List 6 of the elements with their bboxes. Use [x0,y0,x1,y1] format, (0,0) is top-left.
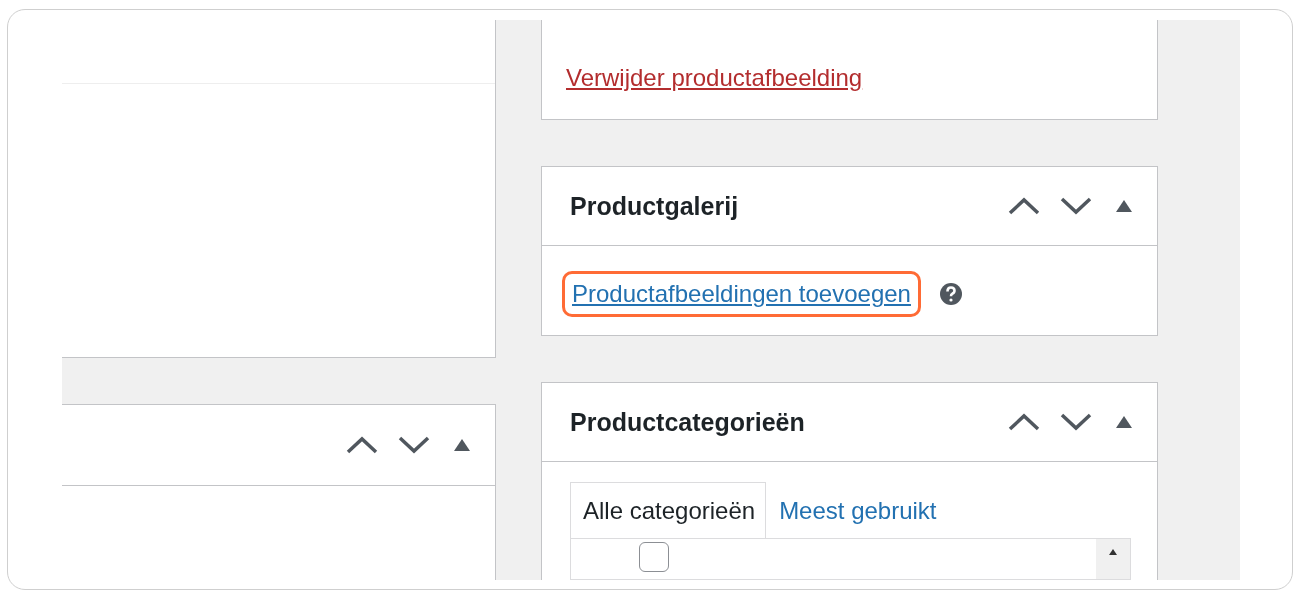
add-images-link[interactable]: Productafbeeldingen toevoegen [562,271,921,318]
panel-title: Productgalerij [570,191,740,221]
category-tab[interactable]: Alle categorieën [570,482,767,538]
remove-image-link[interactable]: Verwijder productafbeelding [566,64,863,91]
category-tab[interactable]: Meest gebruikt [766,482,948,538]
panel-title: Productcategorieën [570,407,806,437]
